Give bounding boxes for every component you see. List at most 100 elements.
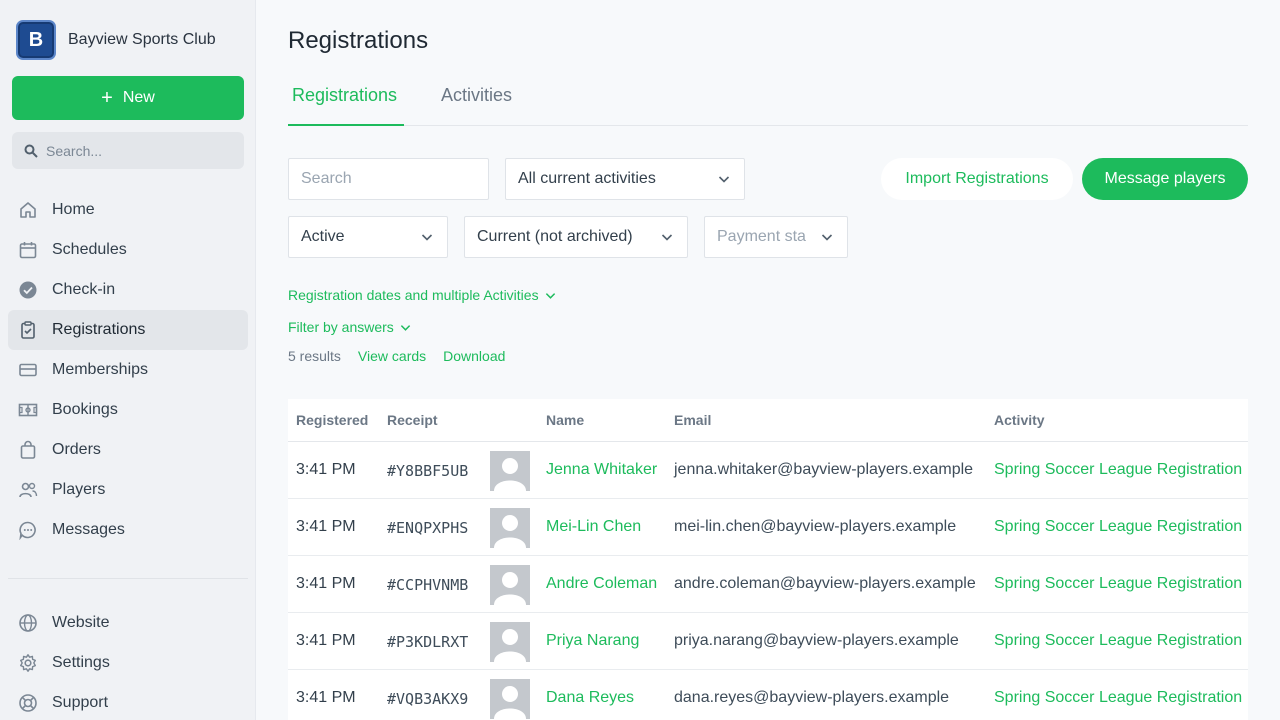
registered-time: 3:41 PM (296, 518, 356, 535)
chevron-down-icon (821, 234, 833, 241)
dates-filter-toggle[interactable]: Registration dates and multiple Activiti… (288, 287, 556, 303)
tab-bar: Registrations Activities (288, 82, 1248, 126)
answers-filter-toggle[interactable]: Filter by answers (288, 319, 411, 335)
avatar (490, 565, 530, 605)
status-select[interactable]: Active (288, 216, 448, 258)
calendar-icon (18, 240, 38, 260)
lifebuoy-icon (18, 693, 38, 713)
archive-select[interactable]: Current (not archived) (464, 216, 688, 258)
sidebar-item-schedules[interactable]: Schedules (8, 230, 248, 270)
sidebar-item-messages[interactable]: Messages (8, 510, 248, 550)
payment-status-placeholder: Payment sta (717, 228, 806, 245)
secondary-nav: Website Settings Support (8, 603, 248, 720)
tab-activities[interactable]: Activities (437, 82, 516, 126)
view-cards-link[interactable]: View cards (358, 348, 426, 364)
sidebar: B Bayview Sports Club + New Search... Ho… (0, 0, 256, 720)
status-select-value: Active (301, 228, 345, 245)
answers-filter-label: Filter by answers (288, 319, 394, 335)
table-row[interactable]: 3:41 PM #P3KDLRXT Priya Narang priya.nar… (288, 613, 1248, 670)
sidebar-item-label: Players (52, 481, 106, 498)
table-row[interactable]: 3:41 PM #Y8BBF5UB Jenna Whitaker jenna.w… (288, 442, 1248, 499)
table-row[interactable]: 3:41 PM #CCPHVNMB Andre Coleman andre.co… (288, 556, 1248, 613)
player-name-link[interactable]: Jenna Whitaker (546, 461, 657, 479)
receipt-number[interactable]: #VQB3AKX9 (387, 690, 468, 708)
search-icon (24, 144, 38, 158)
sidebar-item-home[interactable]: Home (8, 190, 248, 230)
header-receipt[interactable]: Receipt (387, 412, 438, 428)
activity-link[interactable]: Spring Soccer League Registration (994, 575, 1242, 593)
header-registered[interactable]: Registered (296, 412, 368, 428)
avatar (490, 679, 530, 719)
table-row[interactable]: 3:41 PM #VQB3AKX9 Dana Reyes dana.reyes@… (288, 670, 1248, 720)
sidebar-item-label: Messages (52, 521, 125, 538)
header-email[interactable]: Email (674, 412, 711, 428)
player-name-link[interactable]: Mei-Lin Chen (546, 518, 641, 536)
sidebar-item-registrations[interactable]: Registrations (8, 310, 248, 350)
sidebar-item-label: Registrations (52, 321, 146, 338)
sidebar-item-website[interactable]: Website (8, 603, 248, 643)
results-bar: 5 results View cards Download (288, 348, 505, 364)
activity-link[interactable]: Spring Soccer League Registration (994, 632, 1242, 650)
receipt-number[interactable]: #Y8BBF5UB (387, 462, 468, 480)
bag-icon (18, 440, 38, 460)
new-button[interactable]: + New (12, 76, 244, 120)
receipt-number[interactable]: #ENQPXPHS (387, 519, 468, 537)
download-link[interactable]: Download (443, 348, 505, 364)
sidebar-item-support[interactable]: Support (8, 683, 248, 720)
sidebar-item-label: Bookings (52, 401, 118, 418)
activity-link[interactable]: Spring Soccer League Registration (994, 461, 1242, 479)
new-button-label: New (122, 89, 155, 106)
globe-icon (18, 613, 38, 633)
tab-registrations[interactable]: Registrations (288, 82, 404, 126)
registered-time: 3:41 PM (296, 575, 356, 592)
registered-time: 3:41 PM (296, 632, 356, 649)
player-email: andre.coleman@bayview-players.example (674, 575, 976, 592)
import-registrations-button[interactable]: Import Registrations (881, 158, 1073, 200)
table-row[interactable]: 3:41 PM #ENQPXPHS Mei-Lin Chen mei-lin.c… (288, 499, 1248, 556)
sidebar-item-label: Home (52, 201, 95, 218)
brand[interactable]: B Bayview Sports Club (16, 20, 216, 60)
activity-link[interactable]: Spring Soccer League Registration (994, 518, 1242, 536)
receipt-number[interactable]: #CCPHVNMB (387, 576, 468, 594)
sidebar-item-bookings[interactable]: Bookings (8, 390, 248, 430)
page-title: Registrations (288, 27, 429, 54)
player-email: mei-lin.chen@bayview-players.example (674, 518, 957, 535)
sidebar-item-players[interactable]: Players (8, 470, 248, 510)
player-name-link[interactable]: Priya Narang (546, 632, 639, 650)
activities-select-value: All current activities (518, 170, 656, 187)
gear-icon (18, 653, 38, 673)
sidebar-item-check-in[interactable]: Check-in (8, 270, 248, 310)
payment-status-select[interactable]: Payment sta (704, 216, 848, 258)
header-name[interactable]: Name (546, 412, 584, 428)
sidebar-item-orders[interactable]: Orders (8, 430, 248, 470)
field-icon (18, 400, 38, 420)
sidebar-divider (8, 578, 248, 579)
registrations-table: Registered Receipt Name Email Activity 3… (288, 399, 1248, 720)
users-icon (18, 480, 38, 500)
sidebar-search-input[interactable]: Search... (12, 132, 244, 169)
registered-time: 3:41 PM (296, 689, 356, 706)
player-name-link[interactable]: Andre Coleman (546, 575, 657, 593)
header-activity[interactable]: Activity (994, 412, 1045, 428)
sidebar-item-settings[interactable]: Settings (8, 643, 248, 683)
activities-select[interactable]: All current activities (505, 158, 745, 200)
message-players-button[interactable]: Message players (1082, 158, 1248, 200)
avatar (490, 508, 530, 548)
activity-link[interactable]: Spring Soccer League Registration (994, 689, 1242, 707)
sidebar-item-label: Orders (52, 441, 101, 458)
check-circle-icon (18, 280, 38, 300)
home-icon (18, 200, 38, 220)
search-input[interactable]: Search (288, 158, 489, 200)
receipt-number[interactable]: #P3KDLRXT (387, 633, 468, 651)
player-email: jenna.whitaker@bayview-players.example (674, 461, 974, 478)
chevron-down-icon (661, 234, 673, 241)
archive-select-value: Current (not archived) (477, 228, 633, 245)
sidebar-item-label: Check-in (52, 281, 116, 298)
card-icon (18, 360, 38, 380)
player-email: priya.narang@bayview-players.example (674, 632, 959, 649)
player-name-link[interactable]: Dana Reyes (546, 689, 634, 707)
sidebar-item-memberships[interactable]: Memberships (8, 350, 248, 390)
sidebar-search-placeholder: Search... (46, 142, 103, 159)
avatar (490, 451, 530, 491)
avatar (490, 622, 530, 662)
